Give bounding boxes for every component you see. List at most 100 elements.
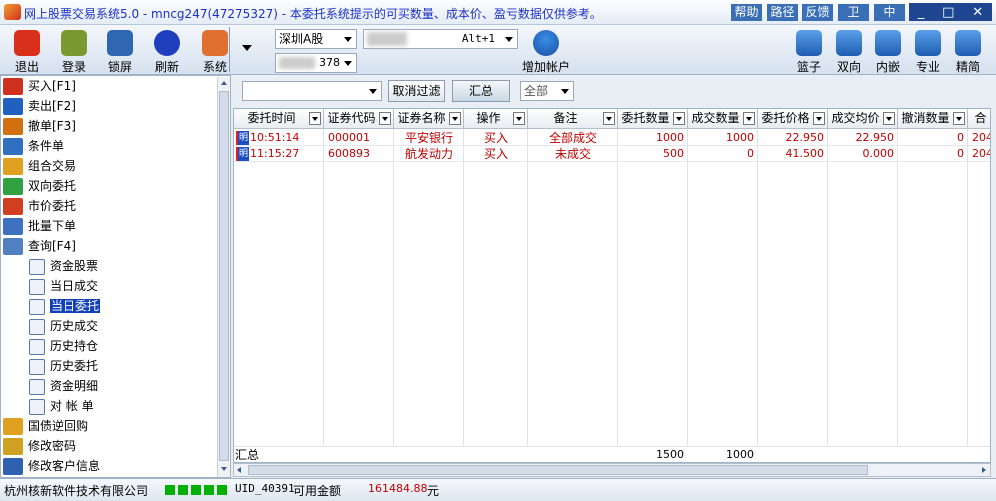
table-cell: 全部成交 <box>548 131 597 145</box>
sidebar-subitem-5[interactable]: 历史委托 <box>29 356 98 376</box>
column-header[interactable]: 证券名称 <box>394 109 464 129</box>
sidebar-subitem-7[interactable]: 对 帐 单 <box>29 396 94 416</box>
column-filter-dropdown-icon[interactable] <box>449 112 461 125</box>
hscroll-thumb[interactable] <box>248 465 868 475</box>
column-header[interactable]: 成交均价 <box>828 109 898 129</box>
column-filter-dropdown-icon[interactable] <box>813 112 825 125</box>
sidebar-item-7[interactable]: 批量下单 <box>3 216 76 236</box>
sidebar-item-8[interactable]: 查询[F4] <box>3 236 76 256</box>
column-header[interactable]: 合 <box>968 109 990 129</box>
toolbar-button-篮子[interactable]: 篮子 <box>787 28 831 74</box>
column-header[interactable]: 成交数量 <box>688 109 758 129</box>
table-row[interactable]: 10:51:14 000001 平安银行 买入 全部成交 1000 1000 22.950 22… <box>234 130 990 146</box>
scroll-thumb[interactable] <box>219 91 229 461</box>
language-button[interactable]: 中 <box>874 4 905 21</box>
document-icon <box>29 338 45 355</box>
key-icon <box>3 438 23 455</box>
basket-icon <box>796 30 822 56</box>
column-filter-dropdown-icon[interactable] <box>743 112 755 125</box>
summary-cell: 1000 <box>726 448 754 461</box>
toolbar-button-0[interactable]: 退出 <box>5 28 49 74</box>
sidebar-item-0[interactable]: 买入[F1] <box>3 76 76 96</box>
column-header[interactable]: 委托时间 <box>234 109 324 129</box>
toolbar-button-专业[interactable]: 专业 <box>906 28 950 74</box>
account-select[interactable]: Alt+1 <box>363 29 518 49</box>
sidebar-item-5[interactable]: 双向委托 <box>3 176 76 196</box>
scroll-left-icon[interactable] <box>237 467 241 473</box>
sidebar-item-1[interactable]: 卖出[F2] <box>3 96 76 116</box>
column-header[interactable]: 操作 <box>464 109 528 129</box>
toolbar-button-双向[interactable]: 双向 <box>827 28 871 74</box>
horizontal-scrollbar[interactable] <box>233 463 991 477</box>
toolbar-button-4[interactable]: 系统 <box>193 28 237 74</box>
sidebar-item-3[interactable]: 条件单 <box>3 136 64 156</box>
market-select[interactable]: 深圳A股 <box>275 29 357 49</box>
sidebar-subitem-3[interactable]: 历史成交 <box>29 316 98 336</box>
scroll-down-icon[interactable] <box>221 467 227 471</box>
sidebar-subitem-6[interactable]: 资金明细 <box>29 376 98 396</box>
toolbar-button-1[interactable]: 登录 <box>52 28 96 74</box>
column-header[interactable]: 委托数量 <box>618 109 688 129</box>
table-cell: 600893 <box>328 147 370 160</box>
scroll-right-icon[interactable] <box>982 467 986 473</box>
scope-select[interactable]: 全部 <box>520 81 574 101</box>
sidebar-item-6[interactable]: 市价委托 <box>3 196 76 216</box>
table-cell: 买入 <box>483 147 508 161</box>
sidebar-scrollbar[interactable] <box>217 77 230 477</box>
column-divider <box>687 129 688 462</box>
add-account-button[interactable]: 增加帐户 <box>520 28 572 74</box>
cancel-filter-button[interactable]: 取消过滤 <box>388 80 445 102</box>
toolbar-button-3[interactable]: 刷新 <box>145 28 189 74</box>
toolbar-label: 专业 <box>915 60 940 74</box>
scroll-up-icon[interactable] <box>221 81 227 85</box>
column-filter-dropdown-icon[interactable] <box>673 112 685 125</box>
sub-account-select[interactable]: 378 <box>275 53 357 73</box>
table-row[interactable]: 11:15:27 600893 航发动力 买入 未成交 500 0 41.500 0.000 0 2… <box>234 146 990 162</box>
more-dropdown-icon[interactable] <box>242 45 252 51</box>
sidebar-bottom-item-1[interactable]: 修改密码 <box>3 436 76 456</box>
sidebar-subitem-2[interactable]: 当日委托 <box>29 296 101 316</box>
nav-label: 修改密码 <box>28 439 77 453</box>
nav-label: 历史成交 <box>50 319 99 333</box>
sidebar-bottom-item-2[interactable]: 修改客户信息 <box>3 456 100 476</box>
toolbar-button-精简[interactable]: 精简 <box>946 28 990 74</box>
sidebar-item-4[interactable]: 组合交易 <box>3 156 76 176</box>
nav-label: 批量下单 <box>28 219 77 233</box>
maximize-button[interactable]: □ <box>942 5 954 20</box>
column-filter-dropdown-icon[interactable] <box>379 112 391 125</box>
column-header[interactable]: 证券代码 <box>324 109 394 129</box>
toolbar-divider <box>229 27 230 72</box>
tools-icon <box>202 30 228 56</box>
column-header[interactable]: 委托价格 <box>758 109 828 129</box>
close-button[interactable]: ✕ <box>972 5 983 20</box>
refresh-icon <box>154 30 180 56</box>
column-filter-dropdown-icon[interactable] <box>309 112 321 125</box>
column-filter-dropdown-icon[interactable] <box>883 112 895 125</box>
minimize-button[interactable]: _ <box>918 5 925 20</box>
column-header[interactable]: 备注 <box>528 109 618 129</box>
sidebar-bottom-item-0[interactable]: 国债逆回购 <box>3 416 88 436</box>
column-header[interactable]: 撤消数量 <box>898 109 968 129</box>
sidebar-subitem-0[interactable]: 资金股票 <box>29 256 98 276</box>
column-title: 成交数量 <box>691 111 740 125</box>
sidebar-item-2[interactable]: 撤单[F3] <box>3 116 76 136</box>
sidebar-subitem-1[interactable]: 当日成交 <box>29 276 98 296</box>
toolbar-button-内嵌[interactable]: 内嵌 <box>866 28 910 74</box>
sidebar-subitem-4[interactable]: 历史持仓 <box>29 336 98 356</box>
help-button[interactable]: 帮助 <box>731 4 762 21</box>
users-icon <box>61 30 87 56</box>
filter-select[interactable] <box>242 81 382 101</box>
signal-bar <box>178 485 188 495</box>
toolbar-label: 内嵌 <box>875 60 900 74</box>
two-way-icon <box>3 178 23 195</box>
pin-button[interactable]: 卫 <box>838 4 869 21</box>
add-account-label: 增加帐户 <box>521 60 570 74</box>
toolbar-button-2[interactable]: 锁屏 <box>98 28 142 74</box>
feedback-button[interactable]: 反馈 <box>802 4 833 21</box>
column-filter-dropdown-icon[interactable] <box>953 112 965 125</box>
summary-button[interactable]: 汇总 <box>452 80 510 102</box>
market-select-value: 深圳A股 <box>279 32 324 46</box>
column-filter-dropdown-icon[interactable] <box>603 112 615 125</box>
column-filter-dropdown-icon[interactable] <box>513 112 525 125</box>
path-button[interactable]: 路径 <box>767 4 798 21</box>
